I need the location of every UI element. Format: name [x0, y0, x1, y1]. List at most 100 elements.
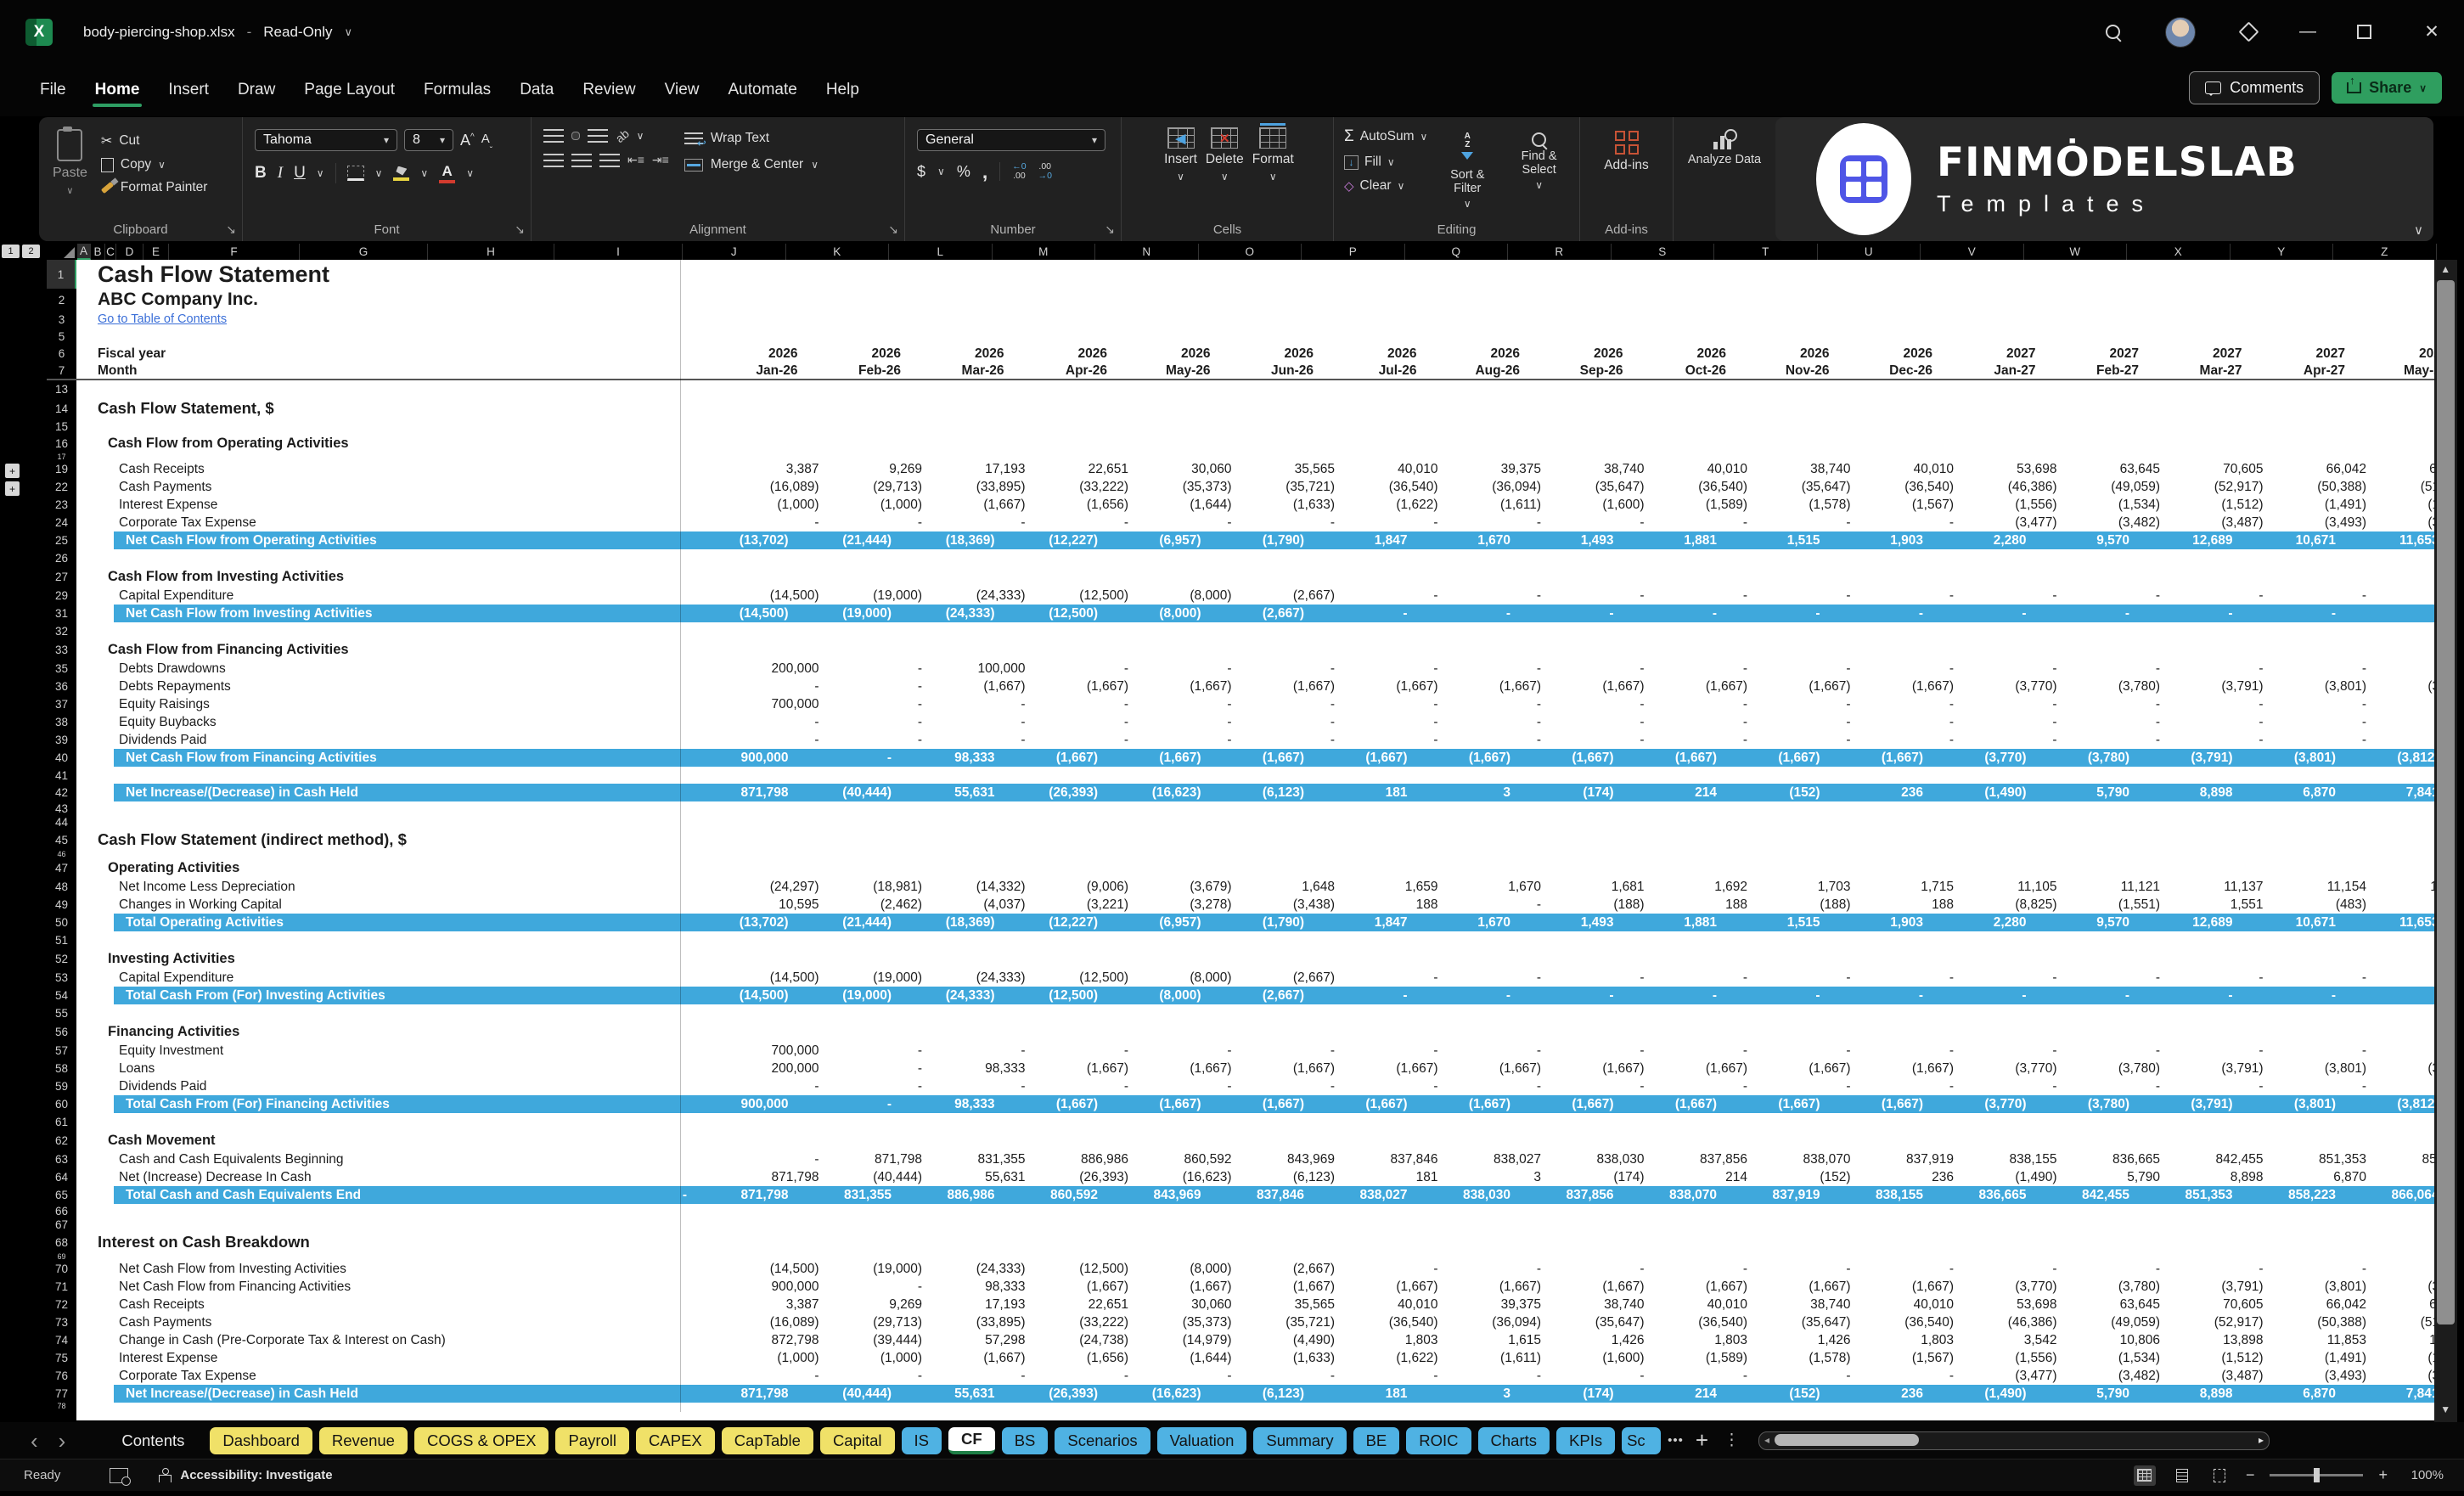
- row-header-1[interactable]: 1: [47, 260, 76, 289]
- cell[interactable]: -: [828, 1060, 931, 1077]
- cell[interactable]: (16,089): [724, 1313, 828, 1331]
- row-label[interactable]: Cash Movement: [76, 1130, 713, 1150]
- cell[interactable]: -: [2272, 1077, 2376, 1095]
- cell[interactable]: -: [1829, 987, 1932, 1004]
- vertical-scroll-thumb[interactable]: [2436, 280, 2455, 1324]
- cell[interactable]: -: [1447, 1260, 1550, 1278]
- menu-tab-file[interactable]: File: [25, 71, 81, 109]
- row-label[interactable]: Corporate Tax Expense: [76, 514, 724, 531]
- cell[interactable]: -: [1623, 605, 1726, 622]
- cell[interactable]: Feb-27: [2045, 363, 2148, 379]
- cell[interactable]: -: [2344, 605, 2448, 622]
- cell[interactable]: (1,667): [1313, 749, 1416, 767]
- cell[interactable]: (12,500): [1034, 969, 1138, 987]
- cell[interactable]: (152): [1756, 1168, 1859, 1186]
- row-header-77[interactable]: 77: [47, 1385, 76, 1403]
- cell[interactable]: 900,000: [724, 1278, 828, 1296]
- cell[interactable]: -: [1756, 969, 1859, 987]
- row-header-6[interactable]: 6: [47, 345, 76, 363]
- sheet-stats-icon[interactable]: [110, 1467, 132, 1486]
- cell[interactable]: (16,089): [724, 478, 828, 496]
- cell[interactable]: -: [1859, 587, 1963, 605]
- cell[interactable]: -: [1550, 695, 1653, 713]
- cell[interactable]: -: [1653, 660, 1757, 678]
- cell[interactable]: (1,490): [1932, 1385, 2035, 1403]
- decrease-decimal-button[interactable]: .00 →0: [1038, 162, 1052, 181]
- cell[interactable]: (14,500): [694, 987, 797, 1004]
- cell[interactable]: -: [2272, 660, 2376, 678]
- cell[interactable]: -: [2066, 713, 2169, 731]
- cell[interactable]: (1,611): [1447, 1349, 1550, 1367]
- cell[interactable]: -: [1962, 1260, 2066, 1278]
- restore-button[interactable]: [2342, 0, 2386, 64]
- cell[interactable]: (3,770): [1932, 749, 2035, 767]
- row-label[interactable]: Changes in Working Capital: [76, 896, 724, 914]
- row-label[interactable]: Total Cash and Cash Equivalents End -: [114, 1186, 694, 1204]
- cell[interactable]: (1,000): [724, 1349, 828, 1367]
- row-label[interactable]: Cash and Cash Equivalents Beginning: [76, 1150, 724, 1168]
- cell[interactable]: -: [1519, 987, 1623, 1004]
- cell[interactable]: -: [1240, 1367, 1344, 1385]
- cell[interactable]: -: [1343, 1042, 1447, 1060]
- row-header-65[interactable]: 65: [47, 1186, 76, 1204]
- cell[interactable]: 214: [1623, 784, 1726, 801]
- cell[interactable]: 5,790: [2035, 1385, 2139, 1403]
- cell[interactable]: -: [1653, 1042, 1757, 1060]
- cell[interactable]: -: [1962, 1042, 2066, 1060]
- row-header-71[interactable]: 71: [47, 1278, 76, 1296]
- cell[interactable]: 9,269: [828, 460, 931, 478]
- cell[interactable]: 871,798: [724, 1168, 828, 1186]
- cell[interactable]: (1,633): [1240, 1349, 1344, 1367]
- cell[interactable]: (3,493): [2272, 514, 2376, 531]
- cell[interactable]: -: [1932, 987, 2035, 1004]
- row-header-75[interactable]: 75: [47, 1349, 76, 1367]
- cell[interactable]: (3,278): [1137, 896, 1240, 914]
- cell[interactable]: Mar-27: [2147, 363, 2251, 379]
- format-cells-button[interactable]: Format ∨: [1252, 123, 1294, 219]
- row-label[interactable]: Financing Activities: [76, 1021, 713, 1042]
- cell[interactable]: (14,500): [724, 1260, 828, 1278]
- cell[interactable]: 63,645: [2066, 1296, 2169, 1313]
- cell[interactable]: 39,375: [1447, 1296, 1550, 1313]
- cell[interactable]: (1,667): [1034, 1278, 1138, 1296]
- row-label[interactable]: [76, 549, 703, 566]
- cell[interactable]: 871,798: [828, 1150, 931, 1168]
- cell[interactable]: (2,667): [1210, 987, 1314, 1004]
- cell[interactable]: -: [1137, 514, 1240, 531]
- cell[interactable]: (24,333): [900, 987, 1004, 1004]
- row-label[interactable]: Fiscal year: [76, 345, 703, 363]
- cell[interactable]: (2,667): [1240, 969, 1344, 987]
- row-label[interactable]: Cash Flow from Financing Activities: [76, 639, 713, 660]
- sheet-tab-capex[interactable]: CAPEX: [636, 1426, 715, 1454]
- row-header-3[interactable]: 3: [47, 311, 76, 328]
- row-header-56[interactable]: 56: [47, 1021, 76, 1042]
- cell[interactable]: (3,791): [2169, 1060, 2272, 1077]
- cell[interactable]: 13,898: [2169, 1331, 2272, 1349]
- cell[interactable]: 837,856: [1519, 1186, 1623, 1204]
- row-label[interactable]: Debts Drawdowns: [76, 660, 724, 678]
- cell[interactable]: (36,540): [1343, 478, 1447, 496]
- cell[interactable]: (39,444): [828, 1331, 931, 1349]
- cell[interactable]: -: [828, 678, 931, 695]
- cell[interactable]: (14,332): [931, 878, 1034, 896]
- row-label[interactable]: Operating Activities: [76, 858, 713, 878]
- cell[interactable]: (1,611): [1447, 496, 1550, 514]
- cell[interactable]: -: [1034, 1077, 1138, 1095]
- cell[interactable]: -: [1859, 660, 1963, 678]
- collapse-ribbon-icon[interactable]: ∨: [2414, 222, 2423, 238]
- cell[interactable]: -: [1653, 1367, 1757, 1385]
- cut-button[interactable]: ✂ Cut: [101, 132, 208, 149]
- cell[interactable]: 2026: [1426, 345, 1529, 363]
- column-header-V[interactable]: V: [1921, 244, 2024, 260]
- cell[interactable]: 6,870: [2242, 784, 2345, 801]
- cell[interactable]: -: [931, 514, 1034, 531]
- cell[interactable]: -: [724, 1150, 828, 1168]
- cell[interactable]: -: [1034, 514, 1138, 531]
- cell[interactable]: (1,667): [1829, 1095, 1932, 1113]
- cell[interactable]: -: [1550, 1260, 1653, 1278]
- column-header-K[interactable]: K: [786, 244, 889, 260]
- sheet-nav-right-icon[interactable]: ›: [52, 1430, 73, 1452]
- cell[interactable]: Oct-26: [1632, 363, 1735, 379]
- cell[interactable]: -: [1447, 514, 1550, 531]
- font-size-select[interactable]: 8 ▾: [404, 129, 453, 151]
